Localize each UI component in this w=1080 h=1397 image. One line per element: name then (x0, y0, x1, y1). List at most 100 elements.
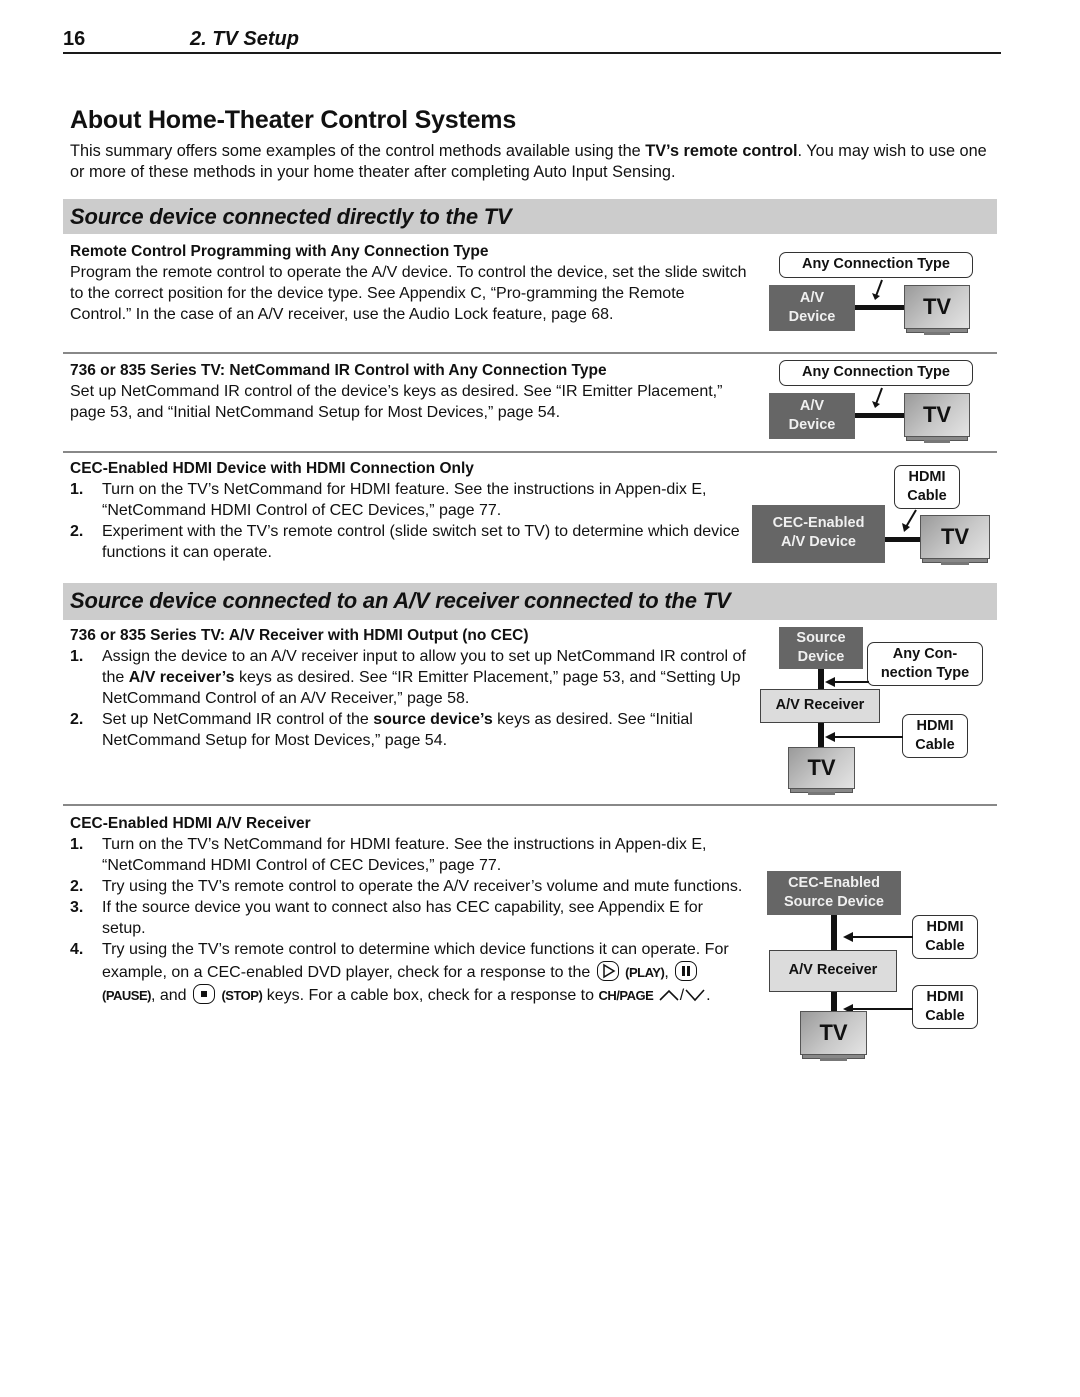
step-item: 1. Assign the device to an A/V receiver i… (70, 646, 750, 709)
block-body: Program the remote control to operate th… (70, 264, 747, 323)
step-text: Turn on the TV’s NetCommand for HDMI fea… (102, 481, 707, 519)
arrow-icon (872, 279, 883, 300)
cable-line (831, 915, 837, 951)
step-number: 1. (70, 648, 84, 665)
block-cec-hdmi-device: CEC-Enabled HDMI Device with HDMI Connec… (70, 459, 750, 563)
page-header: 16 2. TV Setup (63, 26, 1001, 54)
tv-label: TV (800, 1011, 867, 1055)
tv-stand (941, 562, 969, 565)
connection-callout: Any Connection Type (779, 252, 973, 278)
tv-stand (923, 332, 951, 335)
hdmi-cable-callout: HDMI Cable (894, 465, 960, 509)
hdmi-cable-label: HDMI Cable (925, 989, 965, 1024)
any-connection-label: Any Con-nection Type (880, 646, 970, 681)
step-number: 1. (70, 836, 84, 853)
chevron-down-icon (685, 989, 705, 1002)
pause-key-icon (675, 961, 698, 981)
connection-cable (855, 305, 905, 310)
step-number: 2. (70, 878, 84, 895)
block-heading: 736 or 835 Series TV: NetCommand IR Cont… (70, 362, 607, 379)
cec-source-device-label: CEC-Enabled Source Device (784, 875, 884, 910)
step-text: Experiment with the TV’s remote control … (102, 523, 740, 561)
hdmi-cable-label: HDMI Cable (915, 718, 955, 753)
block-netcommand-ir: 736 or 835 Series TV: NetCommand IR Cont… (70, 361, 750, 423)
step-text: Set up NetCommand IR control of the (102, 711, 374, 728)
any-connection-callout: Any Con-nection Type (867, 642, 983, 686)
hdmi-cable-label: HDMI Cable (907, 469, 947, 504)
cable-line (831, 992, 837, 1012)
connection-callout: Any Connection Type (779, 360, 973, 386)
block-body: Set up NetCommand IR control of the devi… (70, 383, 723, 421)
step-text: Try using the TV’s remote control to ope… (102, 878, 743, 895)
steps-list: 1. Assign the device to an A/V receiver i… (70, 646, 750, 751)
page-title: About Home-Theater Control Systems (70, 106, 517, 134)
arrow-icon (825, 732, 903, 742)
block-cec-receiver: CEC-Enabled HDMI A/V Receiver 1. Turn on … (70, 814, 750, 1007)
cable-line (818, 669, 824, 690)
divider (63, 451, 997, 453)
step-number: 2. (70, 711, 84, 728)
step-bold-text: source device’s (373, 711, 493, 728)
arrow-icon (825, 677, 869, 687)
hdmi-cable-label: HDMI Cable (925, 919, 965, 954)
step-item: 2. Set up NetCommand IR control of the so… (70, 709, 750, 751)
hdmi-cable-callout: HDMI Cable (902, 714, 968, 758)
av-device-label: A/V Device (788, 290, 836, 325)
source-device-label: Source Device (796, 630, 846, 665)
tv-icon: TV (788, 747, 855, 795)
step-item: 1. Turn on the TV’s NetCommand for HDMI f… (70, 479, 750, 521)
divider (63, 804, 997, 806)
step-bold-text: A/V receiver’s (128, 669, 235, 686)
chapter-title: 2. TV Setup (190, 28, 299, 50)
section-header-direct: Source device connected directly to the … (63, 199, 997, 234)
block-receiver-no-cec: 736 or 835 Series TV: A/V Receiver with … (70, 626, 750, 751)
stop-key-label: (STOP) (221, 988, 263, 1003)
steps-list: 1. Turn on the TV’s NetCommand for HDMI f… (70, 834, 750, 1007)
cec-device-label: CEC-Enabled A/V Device (772, 515, 865, 550)
arrow-icon (902, 509, 917, 532)
steps-list: 1. Turn on the TV’s NetCommand for HDMI f… (70, 479, 750, 563)
play-key-label: (PLAY) (625, 965, 665, 980)
arrow-icon (843, 932, 913, 942)
arrow-icon (872, 387, 883, 408)
connection-cable (855, 413, 905, 418)
step-item: 2. Experiment with the TV’s remote contro… (70, 521, 750, 563)
tv-label: TV (904, 285, 970, 329)
intro-text: This summary offers some examples of the… (70, 142, 646, 160)
step-number: 1. (70, 481, 84, 498)
step-text: Turn on the TV’s NetCommand for HDMI fea… (102, 836, 707, 874)
block-heading: 736 or 835 Series TV: A/V Receiver with … (70, 627, 529, 644)
section-header-receiver: Source device connected to an A/V receiv… (63, 583, 997, 620)
play-key-icon (596, 961, 619, 981)
stop-key-icon (193, 984, 216, 1004)
av-receiver-box: A/V Receiver (769, 950, 897, 992)
chevron-up-icon (659, 989, 679, 1001)
step-text-and: , and (150, 987, 192, 1004)
av-device-box: A/V Device (769, 393, 855, 439)
tv-stand (820, 1058, 847, 1061)
cec-source-device-box: CEC-Enabled Source Device (767, 871, 901, 915)
step-item: 3. If the source device you want to conne… (70, 897, 750, 939)
av-device-label: A/V Device (788, 398, 836, 433)
block-heading: CEC-Enabled HDMI A/V Receiver (70, 815, 311, 832)
tv-label: TV (904, 393, 970, 437)
tv-label: TV (920, 515, 990, 559)
tv-icon: TV (904, 393, 970, 443)
cec-device-box: CEC-Enabled A/V Device (752, 505, 885, 563)
av-device-box: A/V Device (769, 285, 855, 331)
step-number: 2. (70, 523, 84, 540)
step-text: If the source device you want to connect… (102, 899, 703, 937)
step-number: 4. (70, 941, 84, 958)
hdmi-cable-callout: HDMI Cable (912, 985, 978, 1029)
hdmi-cable-line (885, 537, 921, 542)
step-item: 1. Turn on the TV’s NetCommand for HDMI f… (70, 834, 750, 876)
step-item: 4. Try using the TV’s remote control to d… (70, 941, 729, 1004)
source-device-box: Source Device (779, 627, 863, 669)
tv-stand (808, 792, 835, 795)
tv-stand (923, 440, 951, 443)
page-number: 16 (63, 28, 86, 50)
intro-bold-text: TV’s remote control (645, 142, 798, 160)
divider (63, 352, 997, 354)
block-heading: CEC-Enabled HDMI Device with HDMI Connec… (70, 460, 474, 477)
tv-icon: TV (904, 285, 970, 335)
